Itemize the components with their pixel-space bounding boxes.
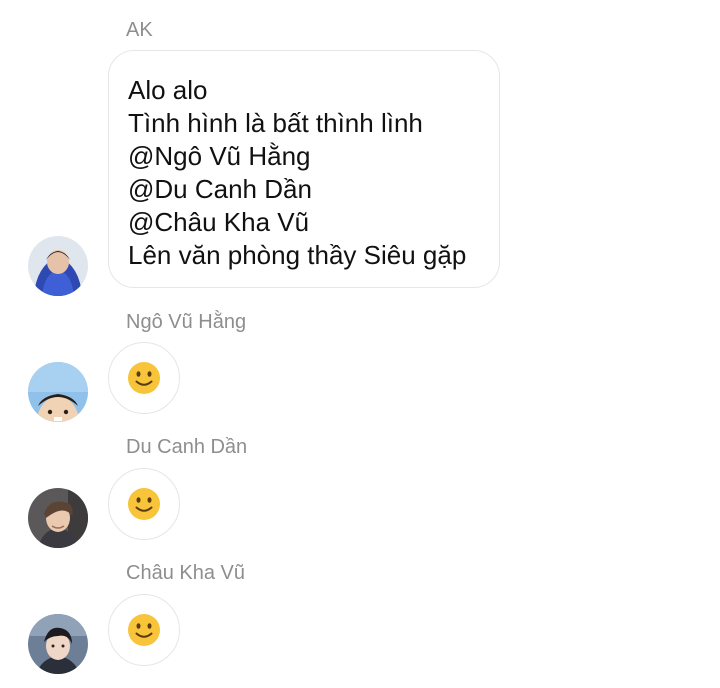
avatar-ngo-vu-hang[interactable] <box>28 362 88 422</box>
message-bubble-ak[interactable]: Alo alo Tình hình là bất thình lình @Ngô… <box>108 50 500 288</box>
message-line: Lên văn phòng thầy Siêu gặp <box>128 240 467 270</box>
message-bubble-ngo-vu-hang[interactable] <box>108 342 180 414</box>
message-line: Tình hình là bất thình lình <box>128 108 423 138</box>
mention-chau-kha-vu: @Châu Kha Vũ <box>128 207 310 237</box>
message-line: Alo alo <box>128 75 208 105</box>
sender-name-ngo-vu-hang: Ngô Vũ Hằng <box>126 311 247 333</box>
mention-ngo-vu-hang: @Ngô Vũ Hằng <box>128 141 311 171</box>
sender-name-chau-kha-vu: Châu Kha Vũ <box>126 562 245 584</box>
slightly-smiling-face-icon <box>128 362 160 394</box>
slightly-smiling-face-icon <box>128 614 160 646</box>
avatar-chau-kha-vu[interactable] <box>28 614 88 674</box>
avatar-ak[interactable] <box>28 236 88 296</box>
mention-du-canh-dan: @Du Canh Dần <box>128 174 312 204</box>
avatar-du-canh-dan[interactable] <box>28 488 88 548</box>
message-bubble-du-canh-dan[interactable] <box>108 468 180 540</box>
slightly-smiling-face-icon <box>128 488 160 520</box>
sender-name-ak: AK <box>126 19 153 41</box>
sender-name-du-canh-dan: Du Canh Dần <box>126 436 248 458</box>
message-bubble-chau-kha-vu[interactable] <box>108 594 180 666</box>
